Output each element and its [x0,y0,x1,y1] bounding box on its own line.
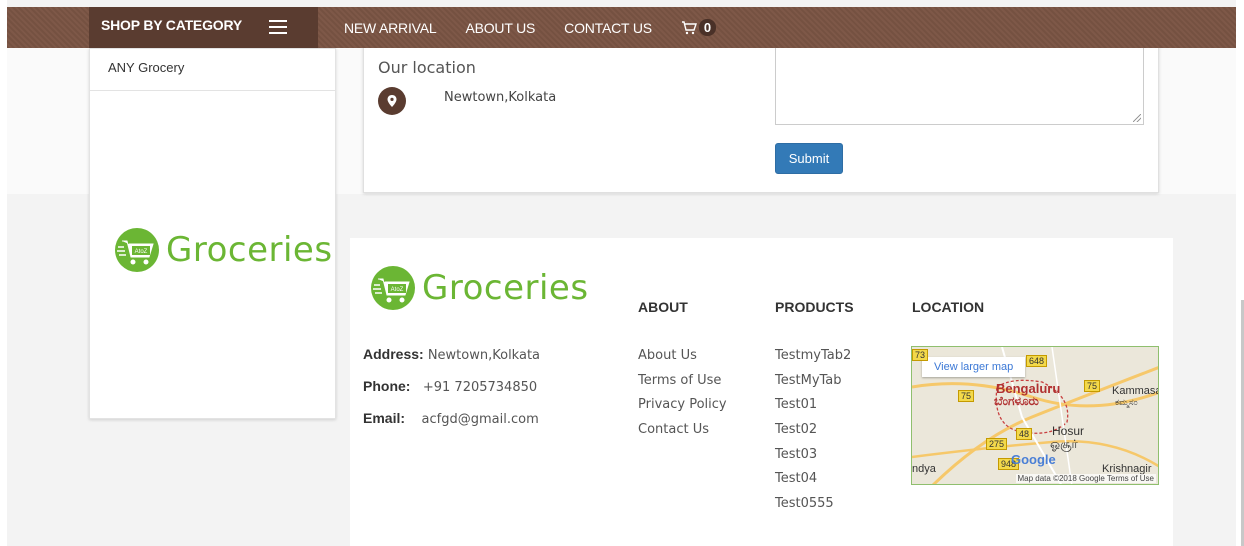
phone-value: +91 7205734850 [422,380,538,395]
footer-link-about-us[interactable]: About Us [638,348,727,373]
product-link[interactable]: TestMyTab [775,373,851,398]
category-sidebar: ANY Grocery AtoZ Groceries [89,48,336,419]
road-badge: 73 [912,349,929,361]
hamburger-menu-icon[interactable] [269,20,287,34]
window-edge-left [0,0,7,546]
address-label: Address: [363,346,424,362]
product-link[interactable]: Test03 [775,447,851,472]
road-badge: 75 [958,390,975,402]
location-pin-icon [378,87,406,115]
product-link[interactable]: TestmyTab2 [775,348,851,373]
product-link[interactable]: Test04 [775,471,851,496]
google-logo: Google [1011,452,1056,467]
our-location-heading: Our location [378,58,476,77]
about-links: About Us Terms of Use Privacy Policy Con… [638,348,727,447]
nav-links: NEW ARRIVAL ABOUT US CONTACT US 0 [344,7,717,48]
map-label-hosur: Hosur [1052,424,1085,438]
address-value: Newtown,Kolkata [427,348,541,363]
nav-link-new-arrival[interactable]: NEW ARRIVAL [344,20,437,36]
footer-email: Email: acfgd@gmail.com [363,410,539,427]
footer: AtoZ Groceries Address: Newtown,Kolkata … [350,238,1173,546]
nav-link-about-us[interactable]: ABOUT US [465,20,535,36]
product-link[interactable]: Test02 [775,422,851,447]
resize-grip-icon[interactable] [1133,114,1141,122]
product-links: TestmyTab2 TestMyTab Test01 Test02 Test0… [775,348,851,521]
location-text: Newtown,Kolkata [444,90,557,105]
logo-badge-text: AtoZ [135,249,148,255]
view-larger-map-link[interactable]: View larger map [922,357,1026,377]
message-textarea[interactable] [775,41,1144,125]
map-credit[interactable]: Map data ©2018 Google Terms of Use [1015,474,1156,483]
shop-by-category-button[interactable]: SHOP BY CATEGORY [89,7,318,48]
contact-card: Our location Newtown,Kolkata Submit [363,40,1159,193]
footer-link-terms[interactable]: Terms of Use [638,373,727,398]
road-badge: 648 [1026,355,1048,367]
map-label-hosur-local: ஓசூர் [1050,437,1078,451]
product-link[interactable]: Test01 [775,397,851,422]
cart-icon [681,20,697,34]
map-label-andya: ndya [912,463,936,475]
submit-button[interactable]: Submit [775,143,843,174]
logo-badge-text: AtoZ [391,287,404,293]
logo-text: Groceries [166,230,333,270]
footer-link-contact[interactable]: Contact Us [638,422,727,447]
footer-logo: AtoZ Groceries [370,265,589,311]
top-navbar: SHOP BY CATEGORY NEW ARRIVAL ABOUT US CO… [7,7,1236,48]
footer-address: Address: Newtown,Kolkata [363,346,540,363]
page: SHOP BY CATEGORY NEW ARRIVAL ABOUT US CO… [7,0,1236,546]
email-label: Email: [363,410,406,426]
logo-text: Groceries [422,268,589,308]
about-heading: ABOUT [638,299,688,315]
cart-button[interactable]: 0 [681,19,717,36]
footer-link-privacy[interactable]: Privacy Policy [638,397,727,422]
grocery-cart-logo-icon: AtoZ [371,266,415,310]
road-badge: 48 [1016,428,1033,440]
nav-link-contact-us[interactable]: CONTACT US [564,20,652,36]
cart-count-badge: 0 [698,19,717,36]
map-label-kammasandra: Kammasa [1112,385,1159,397]
products-heading: PRODUCTS [775,299,854,315]
road-badge: 75 [1084,380,1101,392]
location-heading: LOCATION [912,299,985,315]
product-link[interactable]: Test0555 [775,496,851,521]
window-edge-right [1236,0,1244,546]
shop-by-category-label: SHOP BY CATEGORY [101,17,242,33]
sidebar-logo: AtoZ Groceries [114,227,333,273]
grocery-cart-logo-icon: AtoZ [115,228,159,272]
email-value: acfgd@gmail.com [421,412,539,427]
footer-phone: Phone: +91 7205734850 [363,378,537,395]
embedded-map[interactable]: View larger map 73 648 75 75 48 275 948 … [911,346,1159,485]
map-label-kammasandra-local: ಕಮ್ಮಸಂ [1115,397,1138,407]
sidebar-item-any-grocery[interactable]: ANY Grocery [90,49,335,91]
phone-label: Phone: [363,378,411,394]
road-badge: 275 [986,438,1008,450]
map-label-bengaluru-local: ಬೆಂಗಳೂರು [994,394,1039,408]
